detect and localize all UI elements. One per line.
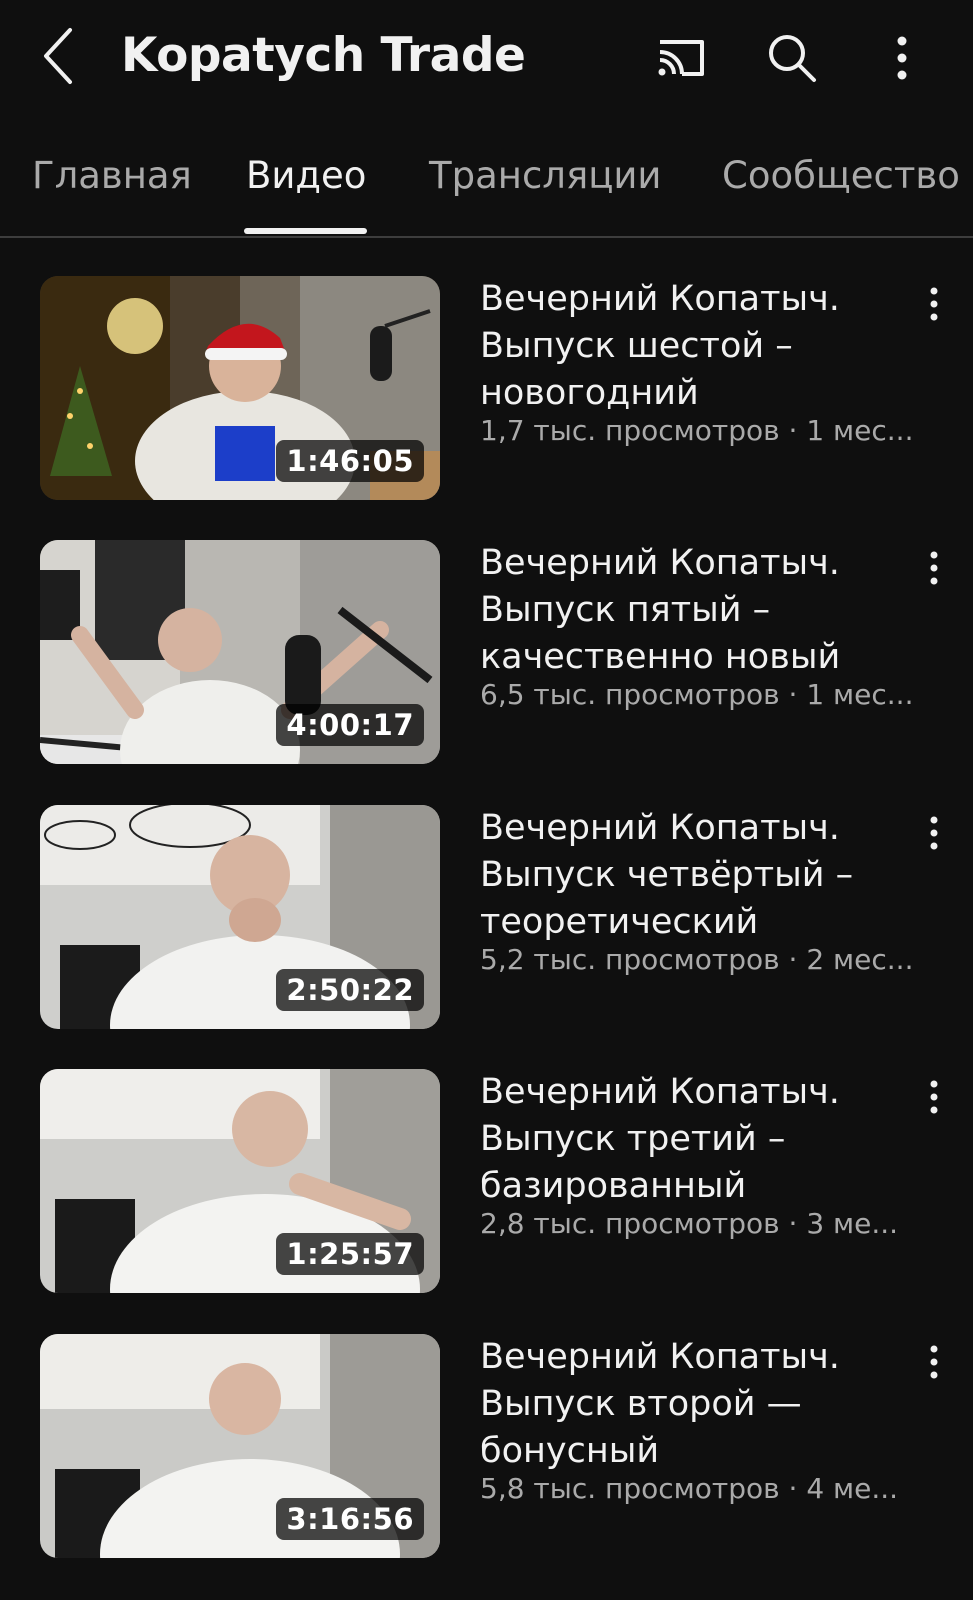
video-metadata: 5,2 тыс. просмотров · 2 мес...	[480, 943, 914, 976]
active-tab-indicator	[244, 228, 367, 234]
video-thumbnail[interactable]: 1:46:05	[40, 276, 440, 500]
more-vert-icon	[897, 36, 907, 80]
video-item[interactable]: 4:00:17 Вечерний Копатыч. Выпуск пятый –…	[0, 540, 973, 766]
video-title[interactable]: Вечерний Копатыч. Выпуск пятый – качеств…	[480, 540, 900, 681]
cast-button[interactable]	[652, 28, 712, 88]
video-duration: 1:46:05	[276, 440, 424, 482]
video-metadata: 2,8 тыс. просмотров · 3 ме...	[480, 1207, 899, 1240]
cast-icon	[658, 40, 704, 76]
video-menu-button[interactable]	[912, 1075, 956, 1119]
video-menu-button[interactable]	[912, 546, 956, 590]
video-item[interactable]: 2:50:22 Вечерний Копатыч. Выпуск четвёрт…	[0, 805, 973, 1031]
tab-videos[interactable]: Видео	[246, 154, 366, 197]
more-vert-icon	[930, 816, 938, 850]
more-vert-icon	[930, 1080, 938, 1114]
video-metadata: 6,5 тыс. просмотров · 1 мес...	[480, 678, 914, 711]
tab-live[interactable]: Трансляции	[429, 154, 661, 197]
more-vert-icon	[930, 287, 938, 321]
video-title[interactable]: Вечерний Копатыч. Выпуск третий – базиро…	[480, 1069, 900, 1210]
tab-home[interactable]: Главная	[32, 154, 192, 197]
video-title[interactable]: Вечерний Копатыч. Выпуск шестой – нового…	[480, 276, 900, 417]
more-vert-icon	[930, 551, 938, 585]
video-duration: 4:00:17	[276, 704, 424, 746]
video-item[interactable]: 1:25:57 Вечерний Копатыч. Выпуск третий …	[0, 1069, 973, 1295]
video-duration: 3:16:56	[276, 1498, 424, 1540]
video-duration: 1:25:57	[276, 1233, 424, 1275]
video-item[interactable]: 3:16:56 Вечерний Копатыч. Выпуск второй …	[0, 1334, 973, 1560]
search-icon	[769, 35, 816, 82]
back-button[interactable]	[36, 24, 92, 88]
video-title[interactable]: Вечерний Копатыч. Выпуск второй — бонусн…	[480, 1334, 900, 1475]
chevron-left-icon	[44, 28, 72, 84]
video-item[interactable]: 1:46:05 Вечерний Копатыч. Выпуск шестой …	[0, 276, 973, 502]
video-metadata: 1,7 тыс. просмотров · 1 мес...	[480, 414, 914, 447]
search-button[interactable]	[762, 28, 822, 88]
video-menu-button[interactable]	[912, 1340, 956, 1384]
video-metadata: 5,8 тыс. просмотров · 4 ме...	[480, 1472, 899, 1505]
video-thumbnail[interactable]: 4:00:17	[40, 540, 440, 764]
video-menu-button[interactable]	[912, 811, 956, 855]
channel-title: Kopatych Trade	[121, 28, 526, 83]
video-title[interactable]: Вечерний Копатыч. Выпуск четвёртый – тео…	[480, 805, 900, 946]
tab-community[interactable]: Сообщество	[722, 154, 960, 197]
video-thumbnail[interactable]: 2:50:22	[40, 805, 440, 1029]
channel-tabs: Главная Видео Трансляции Сообщество	[0, 138, 973, 238]
video-thumbnail[interactable]: 1:25:57	[40, 1069, 440, 1293]
video-menu-button[interactable]	[912, 282, 956, 326]
top-app-bar: Kopatych Trade	[0, 0, 973, 118]
video-duration: 2:50:22	[276, 969, 424, 1011]
more-vert-icon	[930, 1345, 938, 1379]
more-options-button[interactable]	[872, 28, 932, 88]
video-thumbnail[interactable]: 3:16:56	[40, 1334, 440, 1558]
